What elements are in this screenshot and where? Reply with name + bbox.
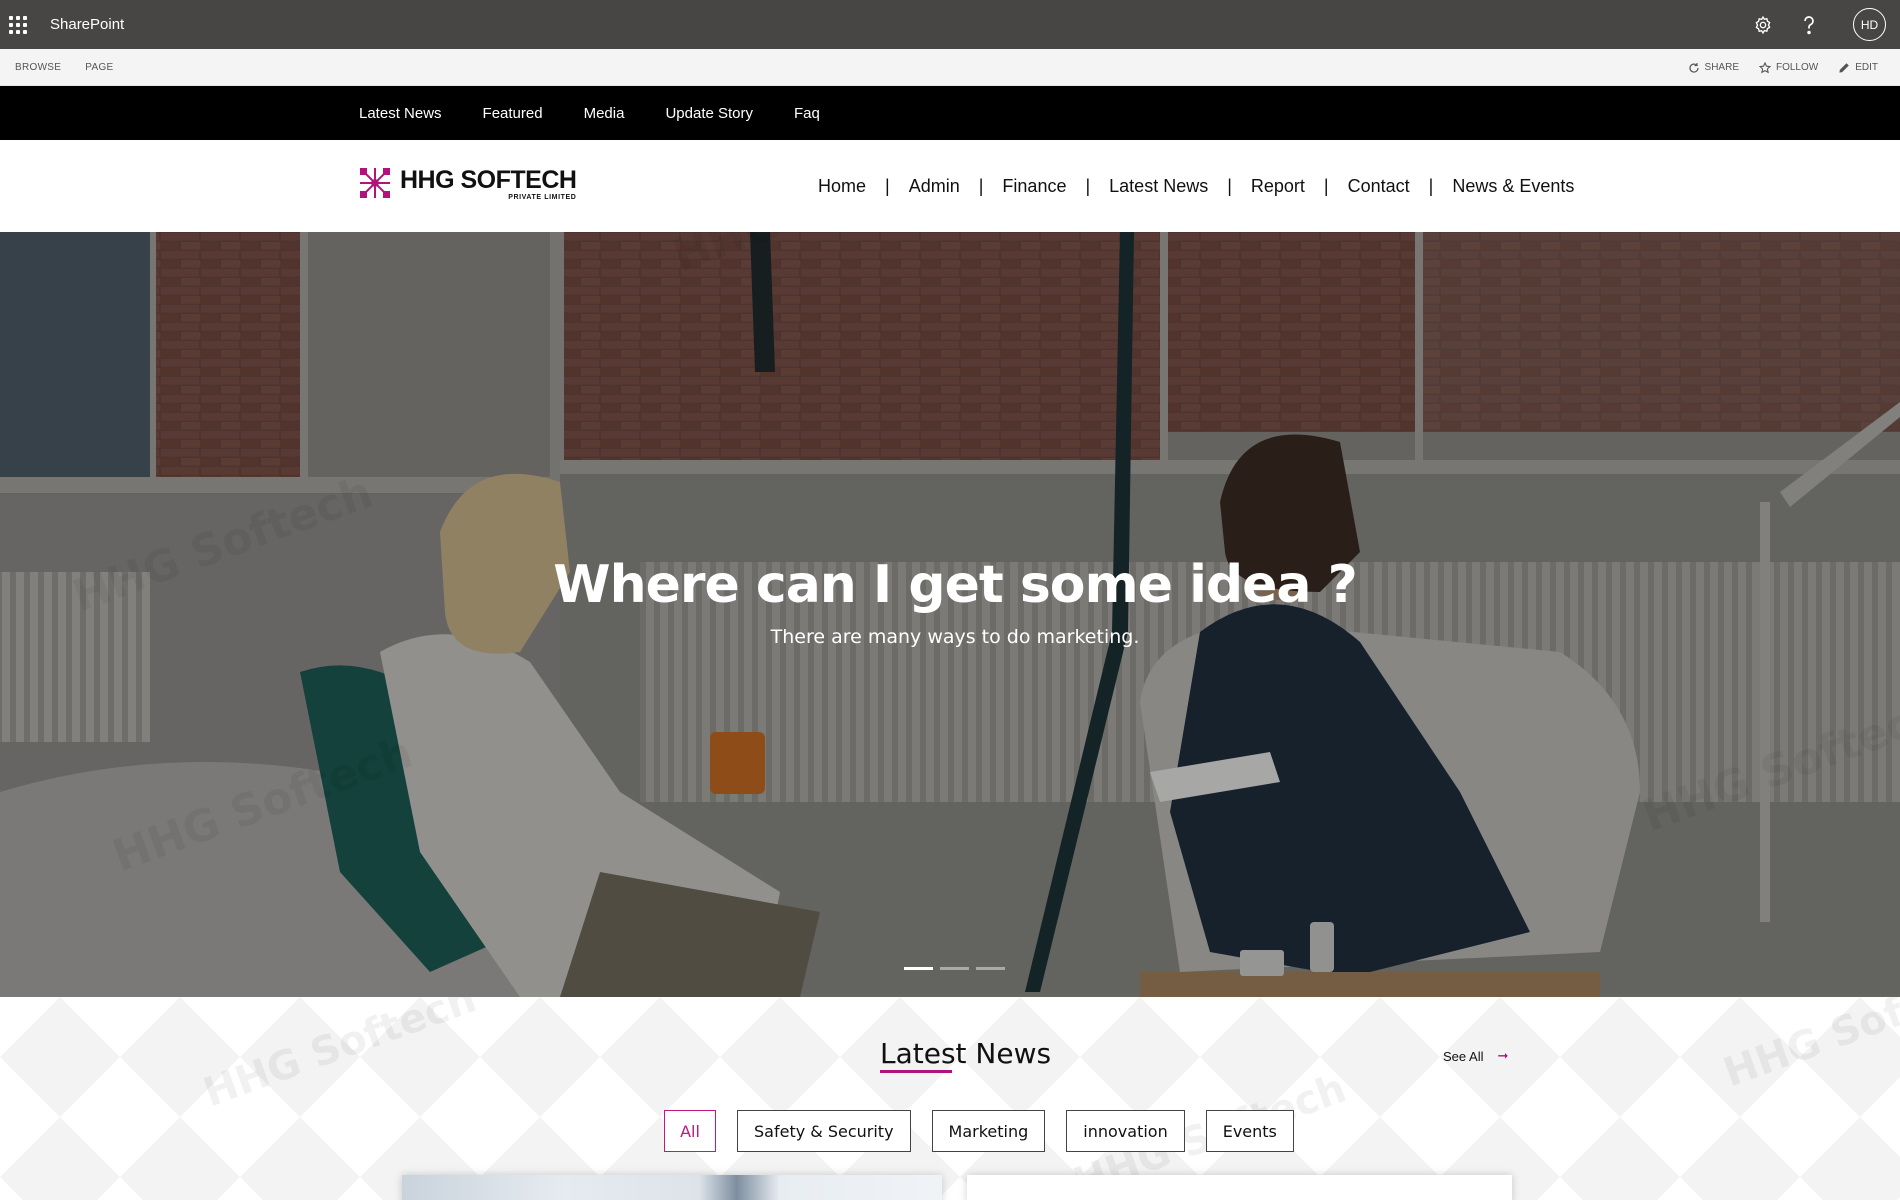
hero-slider[interactable]: HHG Softech HHG Softech HHG Softech HHG … [0, 232, 1900, 997]
nav-separator: | [978, 175, 984, 196]
share-button[interactable]: SHARE [1688, 62, 1739, 74]
news-card[interactable] [402, 1175, 942, 1200]
nav-separator: | [885, 175, 890, 196]
logo-network-icon [360, 168, 390, 198]
nav-finance[interactable]: Finance [1002, 176, 1066, 197]
nav-separator: | [1227, 175, 1232, 196]
arrow-right-icon: ➞ [1497, 1048, 1509, 1063]
nav-contact[interactable]: Contact [1348, 176, 1410, 197]
slider-dot-3[interactable] [976, 967, 1005, 970]
nav-separator: | [1428, 175, 1434, 196]
ribbon-tab-page[interactable]: PAGE [85, 62, 113, 73]
top-nav: Latest News Featured Media Update Story … [0, 86, 1900, 140]
see-all-label: See All [1443, 1048, 1484, 1064]
nav-admin[interactable]: Admin [909, 176, 960, 197]
slider-dot-1[interactable] [904, 967, 933, 970]
section-pattern-background: HHG Softech HHG Softech HHG Softech [0, 997, 1900, 1200]
top-nav-update-story[interactable]: Update Story [665, 105, 753, 122]
top-nav-faq[interactable]: Faq [794, 105, 820, 122]
news-filter-tabs: All Safety & Security Marketing innovati… [664, 1110, 1294, 1152]
filter-safety-security[interactable]: Safety & Security [737, 1110, 911, 1152]
see-all-link[interactable]: See All ➞ [1443, 1048, 1508, 1064]
follow-button[interactable]: FOLLOW [1758, 61, 1819, 74]
nav-separator: | [1085, 175, 1091, 196]
nav-news-events[interactable]: News & Events [1452, 176, 1574, 197]
filter-marketing[interactable]: Marketing [931, 1110, 1046, 1152]
filter-events[interactable]: Events [1205, 1110, 1294, 1152]
nav-report[interactable]: Report [1251, 176, 1305, 197]
filter-all[interactable]: All [664, 1110, 716, 1152]
ribbon: BROWSE PAGE SHARE FOLLOW EDIT [0, 49, 1900, 86]
share-icon [1688, 62, 1699, 73]
ribbon-tab-browse[interactable]: BROWSE [15, 62, 61, 73]
top-nav-latest-news[interactable]: Latest News [359, 105, 442, 122]
app-name[interactable]: SharePoint [50, 16, 124, 33]
edit-button[interactable]: EDIT [1838, 62, 1878, 74]
hero-subtitle: There are many ways to do marketing. [770, 626, 1140, 648]
top-nav-featured[interactable]: Featured [483, 105, 543, 122]
share-label: SHARE [1704, 62, 1739, 73]
follow-label: FOLLOW [1775, 62, 1819, 73]
main-nav: Home | Admin | Finance | Latest News | R… [818, 140, 1574, 232]
filter-innovation[interactable]: innovation [1066, 1110, 1185, 1152]
user-avatar[interactable]: HD [1853, 8, 1886, 41]
settings-gear-icon[interactable] [1751, 13, 1775, 37]
slider-dot-2[interactable] [940, 967, 969, 970]
company-logo[interactable]: HHG SOFTECH PRIVATE LIMITED [358, 166, 577, 201]
heading-underline [880, 1070, 952, 1073]
nav-separator: | [1323, 175, 1329, 196]
edit-label: EDIT [1855, 62, 1878, 73]
star-icon [1758, 61, 1771, 73]
suite-bar: SharePoint HD [0, 0, 1900, 49]
latest-news-section: HHG Softech HHG Softech HHG Softech Late… [0, 997, 1900, 1200]
site-header: HHG SOFTECH PRIVATE LIMITED Home | Admin… [0, 140, 1900, 232]
nav-latest-news[interactable]: Latest News [1109, 176, 1208, 197]
pencil-icon [1839, 62, 1850, 73]
help-question-icon[interactable] [1797, 13, 1821, 37]
logo-title: HHG SOFTECH [400, 166, 577, 194]
app-launcher-icon[interactable] [0, 0, 36, 49]
top-nav-media[interactable]: Media [584, 105, 625, 122]
logo-subtitle: PRIVATE LIMITED [508, 194, 577, 201]
news-card[interactable] [967, 1175, 1512, 1200]
hero-title: Where can I get some idea ? [553, 555, 1358, 615]
latest-news-heading: Latest News [880, 1037, 1052, 1070]
slider-dots [904, 967, 1005, 970]
nav-home[interactable]: Home [818, 176, 866, 197]
